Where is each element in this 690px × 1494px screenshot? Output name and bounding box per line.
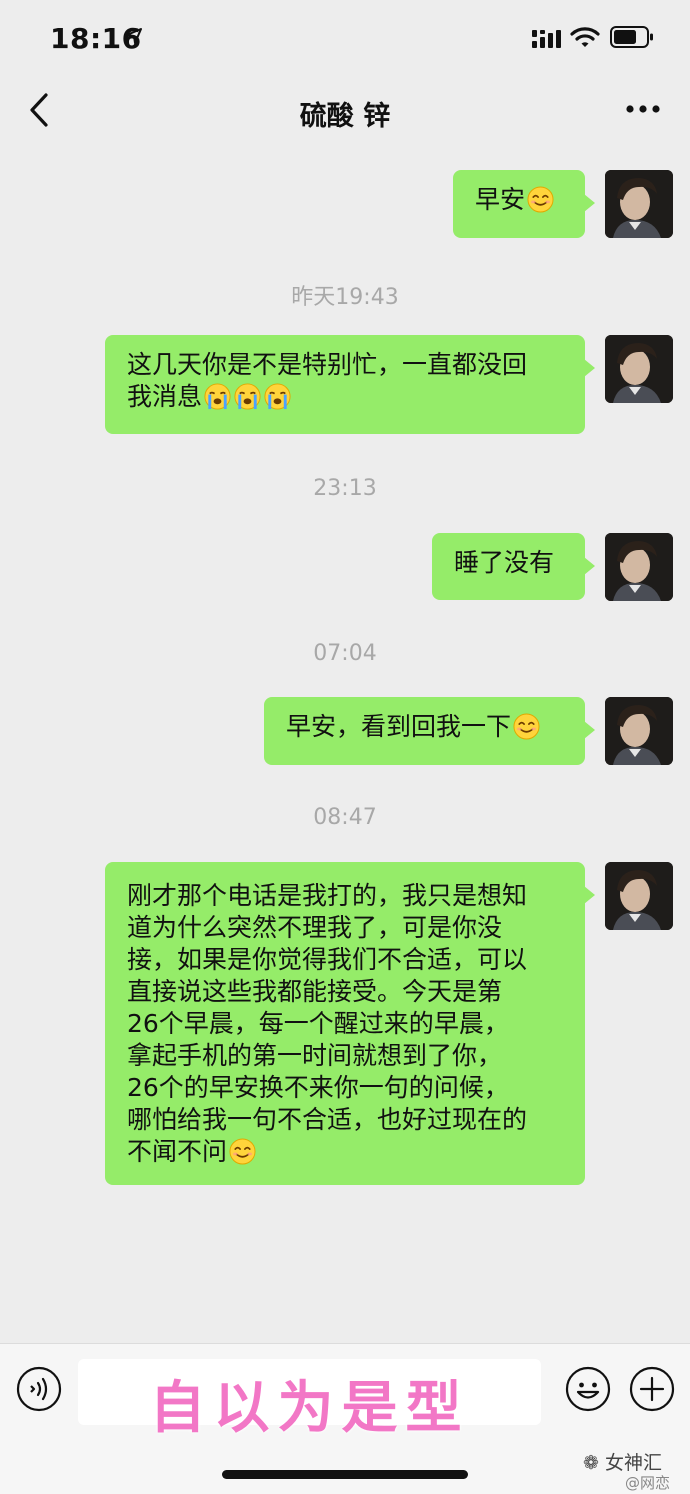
avatar[interactable] (605, 170, 673, 238)
watermark-weibo: @网恋 (625, 1474, 671, 1492)
message-line-with-emoji: 不闻不问 (127, 1136, 563, 1168)
overlay-caption: 自以为是型 (149, 1376, 470, 1441)
message-bubble[interactable]: 刚才那个电话是我打的，我只是想知 道为什么突然不理我了，可是你没 接，如果是你觉… (105, 862, 595, 1185)
message-input[interactable]: 自以为是型 (78, 1359, 541, 1441)
message-text: 睡了没有 (454, 548, 555, 577)
crying-emoji (204, 383, 231, 410)
input-bar: 自以为是型 ❁ 女神汇 @网恋 (0, 1343, 690, 1494)
chat-header: 硫酸 锌 (0, 80, 690, 140)
crying-emoji (264, 383, 291, 410)
message-line: 不闻不问 (127, 1137, 228, 1166)
avatar[interactable] (605, 697, 673, 765)
watermark-source: ❁ 女神汇 (583, 1448, 662, 1475)
avatar[interactable] (605, 862, 673, 930)
wifi-icon (570, 27, 600, 47)
watermark-source-text: 女神汇 (604, 1452, 662, 1474)
message-line: 道为什么突然不理我了，可是你没 (127, 913, 503, 942)
battery-icon (610, 26, 653, 48)
smile-emoji (513, 713, 540, 740)
message-line: 直接说这些我都能接受。今天是第 (127, 977, 503, 1006)
message-line: 26个早晨，每一个醒过来的早晨， (127, 1009, 509, 1038)
voice-icon[interactable] (16, 1366, 62, 1412)
chat-title: 硫酸 锌 (299, 101, 391, 132)
location-arrow-icon (126, 28, 142, 44)
home-indicator (222, 1470, 468, 1479)
emoji-icon[interactable] (565, 1366, 611, 1412)
message-text: 早安，看到回我一下 (286, 712, 512, 741)
message-line-with-emoji: 我消息 (127, 381, 563, 413)
message-line: 我消息 (127, 382, 203, 411)
more-icon[interactable] (625, 102, 661, 116)
message-text: 早安 (475, 185, 526, 214)
timestamp: 08:47 (313, 805, 377, 830)
message-line: 这几天你是不是特别忙，一直都没回 (127, 350, 528, 379)
smile-emoji (527, 186, 554, 213)
crying-emoji (234, 383, 261, 410)
message-bubble[interactable]: 睡了没有 (432, 533, 595, 600)
avatar[interactable] (605, 533, 673, 601)
timestamp: 昨天19:43 (291, 285, 399, 310)
plus-icon[interactable] (629, 1366, 675, 1412)
timestamp: 23:13 (313, 476, 377, 501)
message-line: 26个的早安换不来你一句的问候， (127, 1073, 509, 1102)
message-bubble[interactable]: 早安 (453, 170, 595, 238)
message-line: 刚才那个电话是我打的，我只是想知 (127, 881, 528, 910)
message-bubble[interactable]: 早安，看到回我一下 (264, 697, 595, 765)
message-line: 哪怕给我一句不合适，也好过现在的 (127, 1105, 528, 1134)
message-line: 接，如果是你觉得我们不合适，可以 (127, 945, 528, 974)
message-line: 拿起手机的第一时间就想到了你， (127, 1041, 503, 1070)
message-bubble[interactable]: 这几天你是不是特别忙，一直都没回 我消息 (105, 335, 595, 434)
signal-icon (532, 30, 561, 48)
status-bar: 18:16 (0, 0, 690, 80)
smile-emoji (229, 1138, 256, 1165)
avatar[interactable] (605, 335, 673, 403)
wechat-logo-icon: ❁ (583, 1452, 599, 1474)
timestamp: 07:04 (313, 641, 377, 666)
